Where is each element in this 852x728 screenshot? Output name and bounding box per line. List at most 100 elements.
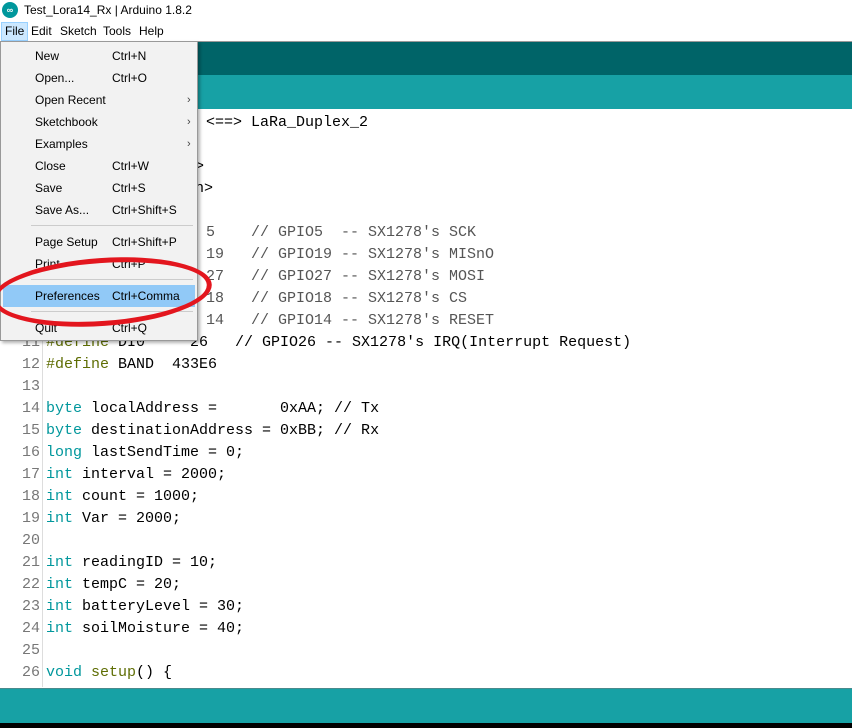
code-text: readingID = 10; — [73, 554, 218, 571]
menu-item-shortcut: Ctrl+P — [112, 257, 146, 271]
window-title: Test_Lora14_Rx | Arduino 1.8.2 — [24, 3, 192, 17]
code-keyword: byte — [46, 400, 83, 417]
menu-item-close[interactable]: Close Ctrl+W — [3, 155, 195, 177]
menu-edit[interactable]: Edit — [28, 23, 55, 40]
line-number: 24 — [21, 620, 40, 637]
code-line: 13 — [0, 376, 46, 398]
code-text: soilMoisture = 40; — [73, 620, 245, 637]
menu-item-quit[interactable]: Quit Ctrl+Q — [3, 317, 195, 339]
menu-item-sketchbook[interactable]: Sketchbook › — [3, 111, 195, 133]
code-line: 17 int interval = 2000; — [0, 464, 226, 486]
code-line: 14 byte localAddress = 0xAA; // Tx — [0, 398, 379, 420]
code-keyword: int — [46, 620, 74, 637]
line-number: 16 — [21, 444, 40, 461]
menu-item-new[interactable]: New Ctrl+N — [3, 45, 195, 67]
menu-item-shortcut: Ctrl+N — [112, 49, 147, 63]
title-bar: ∞ Test_Lora14_Rx | Arduino 1.8.2 — [0, 0, 852, 21]
menu-item-save[interactable]: Save Ctrl+S — [3, 177, 195, 199]
menu-item-examples[interactable]: Examples › — [3, 133, 195, 155]
menu-item-save-as[interactable]: Save As... Ctrl+Shift+S — [3, 199, 195, 221]
code-keyword: int — [46, 576, 74, 593]
menu-item-label: Preferences — [35, 289, 100, 303]
line-number: 20 — [21, 532, 40, 549]
code-line: 20 — [0, 530, 46, 552]
menu-item-shortcut: Ctrl+Shift+S — [112, 203, 177, 217]
code-keyword: int — [46, 554, 74, 571]
code-fragment: 5 // GPIO5 -- SX1278's SCK — [206, 224, 477, 241]
menu-item-shortcut: Ctrl+Q — [112, 321, 148, 335]
line-number: 13 — [21, 378, 40, 395]
line-number: 14 — [21, 400, 40, 417]
menu-item-label: Open Recent — [35, 93, 106, 107]
menu-item-label: Open... — [35, 71, 75, 85]
code-text: interval = 2000; — [73, 466, 227, 483]
menu-item-print[interactable]: Print Ctrl+P — [3, 253, 195, 275]
console-area — [0, 723, 852, 728]
code-line: 16 long lastSendTime = 0; — [0, 442, 244, 464]
code-text: () { — [136, 664, 173, 681]
code-line: 26 void setup() { — [0, 662, 172, 684]
menu-item-label: Page Setup — [35, 235, 98, 249]
code-keyword: int — [46, 488, 74, 505]
code-keyword: long — [46, 444, 83, 461]
code-text: tempC = 20; — [73, 576, 182, 593]
code-line: 24 int soilMoisture = 40; — [0, 618, 244, 640]
code-keyword: #define — [46, 356, 110, 373]
menu-item-label: Print — [35, 257, 60, 271]
code-line: 21 int readingID = 10; — [0, 552, 217, 574]
code-text: count = 1000; — [73, 488, 200, 505]
line-number: 25 — [21, 642, 40, 659]
code-fragment: <==> LaRa_Duplex_2 — [206, 114, 369, 131]
code-line: 23 int batteryLevel = 30; — [0, 596, 244, 618]
menu-item-shortcut: Ctrl+Shift+P — [112, 235, 177, 249]
line-number: 23 — [21, 598, 40, 615]
menu-item-shortcut: Ctrl+O — [112, 71, 148, 85]
code-line: 12 #define BAND 433E6 — [0, 354, 217, 376]
line-number: 21 — [21, 554, 40, 571]
menu-item-preferences[interactable]: Preferences Ctrl+Comma — [3, 285, 195, 307]
chevron-right-icon: › — [187, 138, 191, 150]
code-keyword: int — [46, 510, 74, 527]
line-number: 26 — [21, 664, 40, 681]
code-line: 22 int tempC = 20; — [0, 574, 181, 596]
menu-separator — [31, 225, 193, 226]
code-text: BAND 433E6 — [109, 356, 218, 373]
menu-help[interactable]: Help — [136, 23, 167, 40]
code-text: destinationAddress = 0xBB; // Rx — [82, 422, 380, 439]
code-fragment: 19 // GPIO19 -- SX1278's MISnO — [206, 246, 495, 263]
file-menu-dropdown: New Ctrl+N Open... Ctrl+O Open Recent › Ske… — [0, 41, 198, 341]
menu-item-open[interactable]: Open... Ctrl+O — [3, 67, 195, 89]
code-fragment: 27 // GPIO27 -- SX1278's MOSI — [206, 268, 486, 285]
menu-tools[interactable]: Tools — [100, 23, 134, 40]
menu-item-open-recent[interactable]: Open Recent › — [3, 89, 195, 111]
code-keyword: byte — [46, 422, 83, 439]
code-text: Var = 2000; — [73, 510, 182, 527]
menu-item-label: Sketchbook — [35, 115, 98, 129]
line-number: 19 — [21, 510, 40, 527]
code-function: setup — [91, 664, 137, 681]
menu-item-label: Quit — [35, 321, 58, 335]
menu-item-label: New — [35, 49, 60, 63]
code-keyword: int — [46, 466, 74, 483]
code-text: batteryLevel = 30; — [73, 598, 245, 615]
menu-bar: File Edit Sketch Tools Help — [0, 21, 852, 42]
code-text: localAddress = 0xAA; // Tx — [82, 400, 380, 417]
line-number: 12 — [21, 356, 40, 373]
code-fragment: 14 // GPIO14 -- SX1278's RESET — [206, 312, 495, 329]
line-number: 17 — [21, 466, 40, 483]
code-text: lastSendTime = 0; — [82, 444, 245, 461]
chevron-right-icon: › — [187, 116, 191, 128]
menu-file[interactable]: File — [1, 22, 29, 41]
menu-item-label: Save — [35, 181, 63, 195]
line-number: 22 — [21, 576, 40, 593]
menu-item-label: Examples — [35, 137, 88, 151]
menu-item-shortcut: Ctrl+Comma — [112, 289, 180, 303]
code-keyword: void — [46, 664, 83, 681]
menu-sketch[interactable]: Sketch — [57, 23, 100, 40]
menu-item-page-setup[interactable]: Page Setup Ctrl+Shift+P — [3, 231, 195, 253]
line-number: 18 — [21, 488, 40, 505]
menu-item-label: Close — [35, 159, 66, 173]
menu-separator — [31, 279, 193, 280]
code-fragment: 18 // GPIO18 -- SX1278's CS — [206, 290, 468, 307]
